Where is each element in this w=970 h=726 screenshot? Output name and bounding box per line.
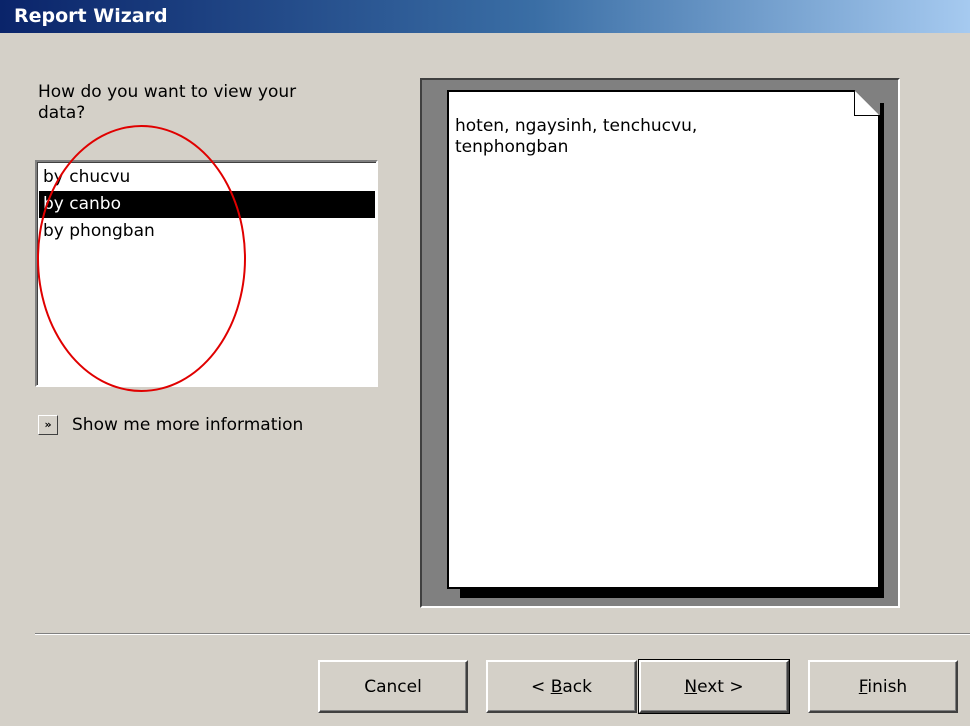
finish-button[interactable]: Finish <box>808 660 958 713</box>
finish-button-label: Finish <box>858 676 908 697</box>
cancel-button[interactable]: Cancel <box>318 660 468 713</box>
preview-page <box>447 90 880 589</box>
back-button[interactable]: < Back <box>486 660 637 713</box>
list-item-by-chucvu[interactable]: by chucvu <box>39 164 375 191</box>
show-more-info-link[interactable]: » Show me more information <box>38 413 303 437</box>
show-more-info-label: Show me more information <box>72 415 304 435</box>
preview-line-2: tenphongban <box>455 137 569 157</box>
preview-fields-text: hoten, ngaysinh, tenchucvu, tenphongban <box>455 116 845 158</box>
page-fold-icon <box>854 90 880 116</box>
list-item-by-phongban[interactable]: by phongban <box>39 218 375 245</box>
title-bar: Report Wizard <box>0 0 970 33</box>
view-question-label: How do you want to view your data? <box>38 82 297 123</box>
window-title: Report Wizard <box>14 5 168 27</box>
next-button-label: Next > <box>684 676 744 697</box>
cancel-button-label: Cancel <box>364 676 422 697</box>
list-item-by-canbo[interactable]: by canbo <box>39 191 375 218</box>
next-button[interactable]: Next > <box>638 659 790 714</box>
view-listbox[interactable]: by chucvu by canbo by phongban <box>35 160 378 387</box>
back-button-label: < Back <box>531 676 592 697</box>
double-chevron-right-icon[interactable]: » <box>38 415 58 435</box>
preview-line-1: hoten, ngaysinh, tenchucvu, <box>455 116 698 136</box>
button-separator <box>35 633 970 635</box>
